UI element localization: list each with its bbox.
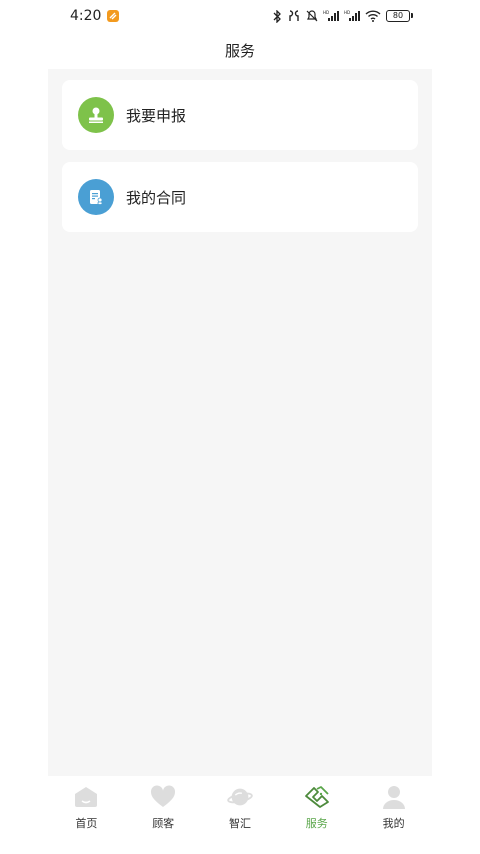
tab-home[interactable]: 首页 [48,776,125,836]
app-notification-icon [107,10,120,22]
declare-label: 我要申报 [126,106,187,125]
handshake-icon [304,784,330,810]
tab-mine-label: 我的 [382,817,405,830]
earbuds-icon [289,10,299,21]
tab-home-label: 首页 [75,817,98,830]
signal-2-icon: HD [344,10,360,21]
planet-icon [227,784,253,810]
bluetooth-icon [273,9,281,23]
status-bar: 4:20 HD HD 80 [48,0,432,32]
tab-customers[interactable]: 顾客 [125,776,202,836]
home-icon [73,784,99,810]
heart-icon [150,784,176,810]
tab-service[interactable]: 服务 [278,776,355,836]
content-area: 我要申报 我的合同 [48,69,432,776]
status-time: 4:20 [70,8,102,24]
svg-text:HD: HD [344,10,350,15]
stamp-icon [78,97,114,133]
tab-zhihui[interactable]: 智汇 [202,776,279,836]
tab-zhihui-label: 智汇 [228,817,251,830]
tab-mine[interactable]: 我的 [355,776,432,836]
bottom-tab-bar: 首页 顾客 智汇 服务 我的 [48,776,432,836]
declare-card[interactable]: 我要申报 [62,80,418,150]
tab-customers-label: 顾客 [152,817,175,830]
battery-indicator: 80 [386,10,413,22]
mute-bell-icon [306,10,318,22]
person-icon [381,784,407,810]
contract-icon [78,179,114,215]
wifi-icon [365,10,381,22]
page-header: 服务 [48,32,432,68]
tab-service-label: 服务 [305,817,328,830]
signal-icon: HD [323,10,339,21]
status-left: 4:20 [48,8,120,24]
contract-card[interactable]: 我的合同 [62,162,418,232]
contract-label: 我的合同 [126,188,187,207]
svg-text:HD: HD [323,10,329,15]
status-right: HD HD 80 [272,9,432,23]
page-title: 服务 [224,41,255,60]
